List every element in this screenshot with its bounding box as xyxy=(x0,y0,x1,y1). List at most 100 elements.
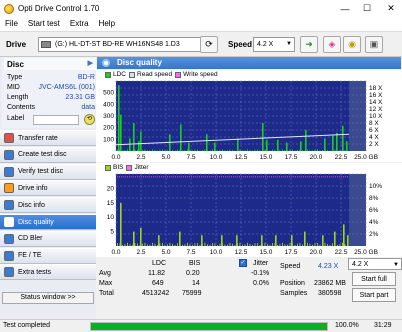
ldc-bar xyxy=(327,149,328,151)
ldc-y-left-tick: 200 xyxy=(103,125,114,132)
ldc-y-right-tick: 10 X xyxy=(369,113,383,120)
sidebar-item-drive-info[interactable]: Drive info xyxy=(0,180,96,197)
sidebar-item-cd-bler[interactable]: CD Bler xyxy=(0,230,96,247)
ldc-spike xyxy=(300,141,302,151)
sidebar-item-verify-test-disc[interactable]: Verify test disc xyxy=(0,163,96,180)
ldc-bar xyxy=(202,149,203,151)
stats-panel: LDC BIS ✓ Jitter Avg 11.82 0.20 -0.1% Ma… xyxy=(96,257,402,303)
save-button[interactable]: ▣ xyxy=(365,36,383,53)
menu-extra[interactable]: Extra xyxy=(65,19,94,28)
legend-swatch-bis xyxy=(105,164,111,171)
sidebar-item-disc-info[interactable]: Disc info xyxy=(0,197,96,214)
refresh-label-icon[interactable]: ⟲ xyxy=(84,114,95,125)
bis-bar xyxy=(234,244,236,246)
refresh-icon: ⟳ xyxy=(205,39,213,49)
refresh-drive-button[interactable]: ⟳ xyxy=(200,36,218,53)
bis-bar xyxy=(302,244,303,246)
menu-file[interactable]: File xyxy=(0,19,23,28)
sidebar-item-disc-quality[interactable]: Disc quality xyxy=(0,214,96,230)
disc-copy-button[interactable]: ◉ xyxy=(343,36,361,53)
ldc-spike xyxy=(346,141,348,151)
stats-avg-jitter: -0.1% xyxy=(251,270,270,277)
bis-x-tick: 2.5 xyxy=(136,249,145,256)
drive-toolbar: Drive (G:) HL-DT-ST BD-RE WH16NS48 1.D3 … xyxy=(0,31,402,57)
save-icon: ▣ xyxy=(369,39,379,49)
bis-bar xyxy=(254,243,256,246)
ldc-y-left-tick: 500 xyxy=(103,90,114,97)
stats-col-jitter: Jitter xyxy=(253,260,269,267)
bis-bar xyxy=(204,242,206,246)
bis-x-tick: 10.0 xyxy=(210,249,223,256)
bis-bar xyxy=(177,243,178,246)
chevron-down-icon: ▼ xyxy=(286,41,292,47)
ldc-x-tick: 25.0 GB xyxy=(354,154,378,161)
start-part-button[interactable]: Start part xyxy=(352,288,396,302)
bis-bar xyxy=(312,244,313,246)
drive-select[interactable]: (G:) HL-DT-ST BD-RE WH16NS48 1.D3 ▼ xyxy=(38,37,216,52)
ldc-chart-plot: 500 400 300 200 100 18 X16 X14 X12 X10 X8 X6 … xyxy=(103,80,383,161)
minimize-button[interactable]: — xyxy=(334,0,356,17)
disc-label-input[interactable] xyxy=(33,115,79,125)
status-window-button[interactable]: Status window >> xyxy=(2,292,94,304)
elapsed-time: 31:29 xyxy=(374,322,392,329)
bis-bar xyxy=(252,244,253,246)
speed-select[interactable]: 4.2 X ▼ xyxy=(253,37,295,52)
sidebar-item-label: Verify test disc xyxy=(18,168,64,176)
bis-bar xyxy=(174,244,176,246)
ldc-spike xyxy=(277,139,279,151)
bis-bar xyxy=(187,242,188,246)
bis-bar xyxy=(314,243,316,246)
test-speed-select[interactable]: 4.2 X ▼ xyxy=(348,258,402,270)
stats-avg-ldc: 11.82 xyxy=(148,270,165,277)
status-bar: Test completed 100.0% 31:29 xyxy=(0,319,402,332)
ldc-bar xyxy=(307,149,308,151)
bis-y-right-tick: 4% xyxy=(369,219,379,226)
ldc-y-left-tick: 300 xyxy=(103,113,114,120)
bis-bar xyxy=(127,242,128,246)
maximize-button[interactable]: ☐ xyxy=(356,0,378,17)
ldc-bar xyxy=(344,150,346,151)
ldc-spike xyxy=(188,142,190,151)
sidebar-item-create-test-disc[interactable]: Create test disc xyxy=(0,146,96,163)
bis-bar xyxy=(299,242,301,246)
speed-apply-button[interactable]: ➜ xyxy=(300,36,318,53)
bis-y-right-tick: 2% xyxy=(369,231,379,238)
disc-panel-header: Disc ▶ xyxy=(4,58,96,70)
sidebar-item-fe-te[interactable]: FE / TE xyxy=(0,247,96,264)
verify-disc-icon xyxy=(4,166,14,177)
ldc-y-right-tick: 12 X xyxy=(369,106,383,113)
sidebar-item-transfer-rate[interactable]: Transfer rate xyxy=(0,130,96,146)
bis-bar xyxy=(319,244,321,246)
ldc-bar xyxy=(229,149,231,151)
ldc-x-tick: 7.5 xyxy=(186,154,195,161)
window-title: Opti Drive Control 1.70 xyxy=(18,4,100,13)
stats-speed-label: Speed xyxy=(280,263,301,270)
bis-spike xyxy=(221,235,223,246)
sidebar-item-extra-tests[interactable]: Extra tests xyxy=(0,264,96,281)
menu-help[interactable]: Help xyxy=(94,19,120,28)
bis-bar xyxy=(192,244,193,246)
close-button[interactable]: ✕ xyxy=(380,0,402,17)
sidebar-item-label: Create test disc xyxy=(18,151,67,159)
stats-total-ldc: 4513242 xyxy=(142,290,170,297)
eraser-icon: ◈ xyxy=(328,39,336,49)
ldc-bar xyxy=(182,150,183,151)
ldc-bar xyxy=(309,149,311,151)
ldc-bar xyxy=(322,150,323,151)
bis-bar xyxy=(294,244,296,246)
ldc-bar xyxy=(247,149,248,151)
disc-length-value: 23.31 GB xyxy=(65,94,95,101)
stats-samples-label: Samples xyxy=(280,290,308,297)
app-logo-icon xyxy=(4,3,14,14)
ldc-spike xyxy=(120,114,122,151)
erase-button[interactable]: ◈ xyxy=(323,36,341,53)
ldc-bar xyxy=(219,149,221,151)
menu-start-test[interactable]: Start test xyxy=(23,19,65,28)
jitter-checkbox[interactable]: ✓ xyxy=(239,259,247,267)
collapse-arrow-icon[interactable]: ▶ xyxy=(88,59,93,67)
sidebar-item-label: Disc quality xyxy=(18,218,54,226)
bis-y-left-tick: 15 xyxy=(107,200,115,207)
bis-bar xyxy=(229,242,231,246)
start-full-button[interactable]: Start full xyxy=(352,272,396,286)
ldc-bar xyxy=(132,150,133,151)
